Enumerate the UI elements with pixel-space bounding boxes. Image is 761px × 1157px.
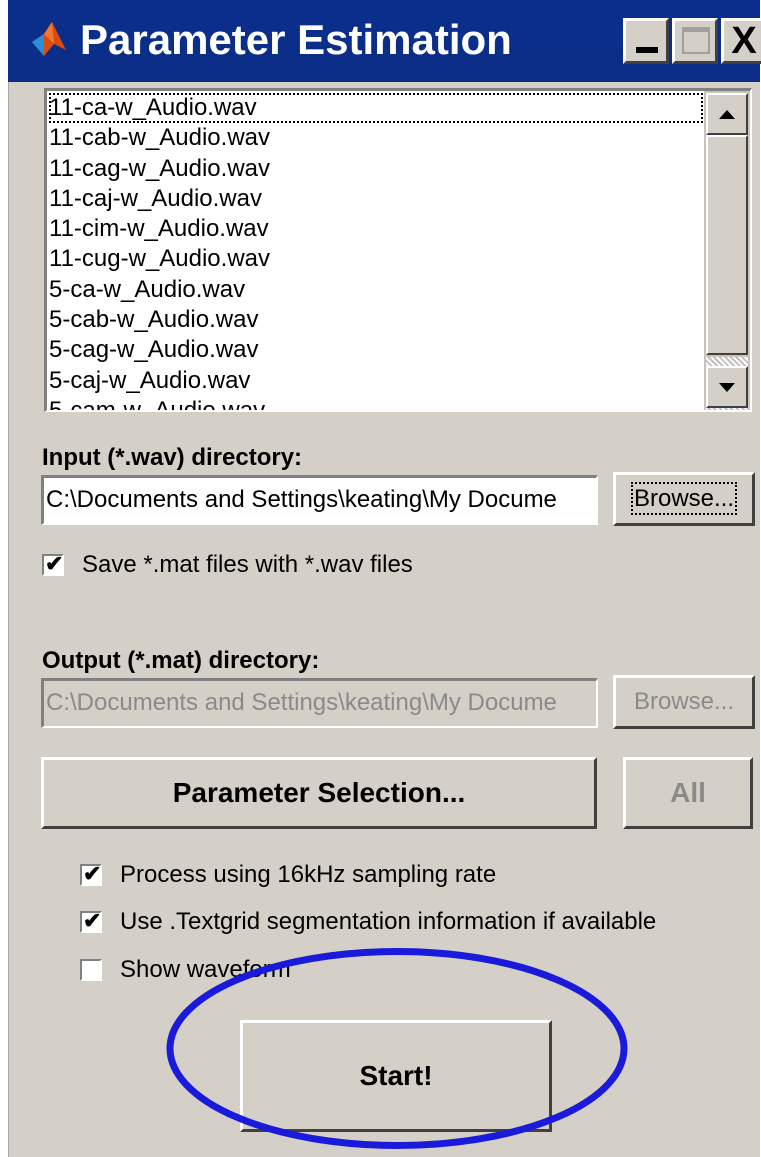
textgrid-label: Use .Textgrid segmentation information i… [120,908,657,935]
minimize-icon [636,47,658,53]
checkmark-icon: ✔ [45,551,64,576]
list-item[interactable]: 11-caj-w_Audio.wav [49,184,703,214]
scroll-thumb[interactable] [706,135,748,355]
list-item[interactable]: 5-cam-w_Audio.wav [49,396,703,410]
close-button[interactable]: X [721,18,761,64]
all-parameters-button: All [623,757,753,829]
vertical-scrollbar[interactable] [704,91,750,410]
output-directory-label: Output (*.mat) directory: [42,647,320,674]
maximize-button[interactable] [672,18,718,64]
list-item[interactable]: 11-cag-w_Audio.wav [49,154,703,184]
output-directory-field: C:\Documents and Settings\keating\My Doc… [41,678,598,728]
window-title: Parameter Estimation [80,16,512,63]
minimize-button[interactable] [623,18,669,64]
list-item[interactable]: 5-caj-w_Audio.wav [49,366,703,396]
list-item[interactable]: 5-cag-w_Audio.wav [49,335,703,365]
title-bar[interactable]: Parameter Estimation X [8,0,761,82]
parameter-selection-button[interactable]: Parameter Selection... [41,757,597,829]
input-directory-label: Input (*.wav) directory: [42,444,303,471]
save-mat-label: Save *.mat files with *.wav files [82,551,413,578]
checkmark-icon: ✔ [83,861,102,886]
all-parameters-label: All [670,777,706,808]
maximize-icon [682,27,710,54]
browse-input-label: Browse... [630,482,738,515]
browse-output-button: Browse... [613,675,755,729]
list-item[interactable]: 5-cab-w_Audio.wav [49,305,703,335]
save-mat-checkbox[interactable]: ✔ [42,551,64,576]
parameter-selection-label: Parameter Selection... [172,777,466,808]
file-listbox[interactable]: 11-ca-w_Audio.wav 11-cab-w_Audio.wav 11-… [44,88,752,412]
list-item[interactable]: 11-cim-w_Audio.wav [49,214,703,244]
application-window: Parameter Estimation X 11-ca-w_Audio.wav… [0,0,761,1157]
arrow-down-icon [719,383,735,392]
checkmark-icon: ✔ [83,908,102,933]
textgrid-checkbox[interactable]: ✔ [80,908,102,933]
browse-output-label: Browse... [633,688,735,715]
list-item[interactable]: 5-ca-w_Audio.wav [49,275,703,305]
close-icon: X [731,20,757,62]
process-16khz-label: Process using 16kHz sampling rate [120,861,497,888]
list-item[interactable]: 11-cab-w_Audio.wav [49,123,703,153]
list-item[interactable]: 11-ca-w_Audio.wav [49,93,703,124]
start-label: Start! [359,1060,433,1091]
file-list-items: 11-ca-w_Audio.wav 11-cab-w_Audio.wav 11-… [49,93,703,410]
start-button[interactable]: Start! [240,1020,552,1132]
process-16khz-checkbox[interactable]: ✔ [80,861,102,886]
arrow-up-icon [719,110,735,119]
show-waveform-label: Show waveform [120,956,291,983]
scroll-down-button[interactable] [706,366,748,408]
browse-input-button[interactable]: Browse... [613,472,755,526]
scroll-up-button[interactable] [706,93,748,135]
matlab-icon [32,22,66,56]
show-waveform-checkbox[interactable] [80,959,102,981]
input-directory-field[interactable]: C:\Documents and Settings\keating\My Doc… [41,475,598,525]
list-item[interactable]: 11-cug-w_Audio.wav [49,244,703,274]
